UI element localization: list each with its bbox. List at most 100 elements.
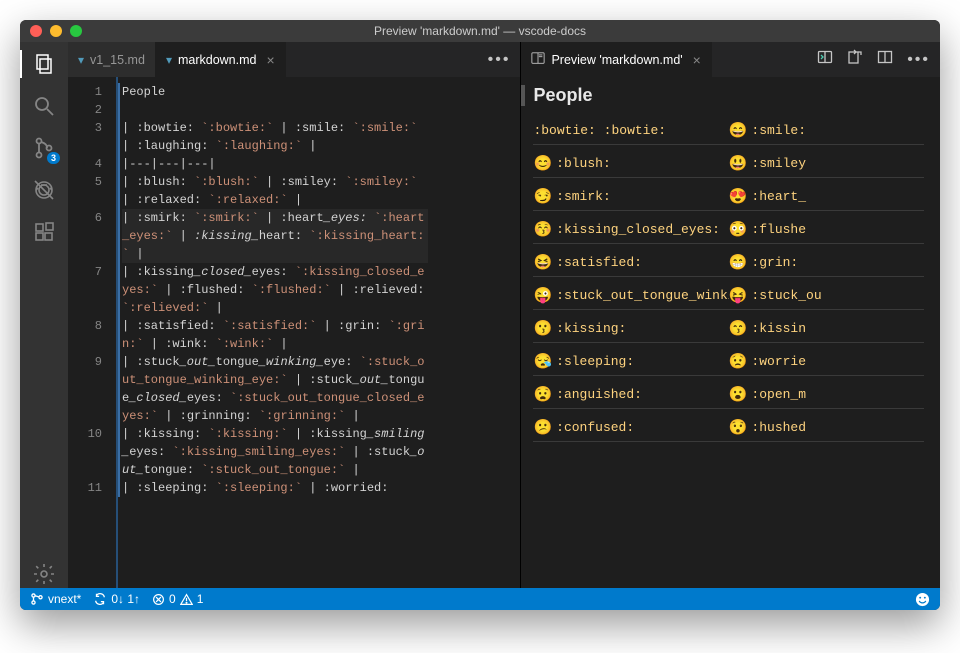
tab-bar-right: Preview 'markdown.md' × •••	[521, 42, 940, 77]
emoji-code: :hushed	[751, 420, 806, 435]
explorer-icon[interactable]	[30, 50, 58, 78]
table-cell: 😙:kissin	[729, 319, 924, 337]
table-cell: 😁:grin:	[729, 253, 924, 271]
emoji-icon: 😜	[533, 286, 552, 304]
minimize-window-button[interactable]	[50, 25, 62, 37]
emoji-code: :blush:	[556, 156, 611, 171]
emoji-icon: 😟	[729, 352, 748, 370]
table-cell: 😯:hushed	[729, 418, 924, 436]
branch-name: vnext*	[48, 592, 81, 606]
extensions-icon[interactable]	[30, 218, 58, 246]
emoji-code: :sleeping:	[556, 354, 634, 369]
settings-gear-icon[interactable]	[30, 560, 58, 588]
emoji-code: :satisfied:	[556, 255, 642, 270]
emoji-code: :kissing:	[556, 321, 626, 336]
split-editor-icon[interactable]	[877, 49, 893, 70]
table-row: 😪:sleeping:😟:worrie	[533, 347, 924, 376]
code-editor[interactable]: 1234567891011 People| :bowtie: `:bowtie:…	[68, 77, 520, 588]
markdown-preview[interactable]: People :bowtie: :bowtie:😄:smile:😊:blush:…	[521, 77, 940, 588]
emoji-code: :worrie	[751, 354, 806, 369]
tab-bar-left: ▾ v1_15.md ▾ markdown.md × •••	[68, 42, 520, 77]
tab-v1_15-md[interactable]: ▾ v1_15.md	[68, 42, 156, 77]
git-branch-status[interactable]: vnext*	[30, 592, 81, 606]
emoji-icon: 😯	[729, 418, 748, 436]
code-line: | :bowtie: `:bowtie:` | :smile: `:smile:…	[122, 119, 428, 155]
preview-table: :bowtie: :bowtie: 😄:smile: 😊 :blush: 😃:smile…	[533, 116, 924, 442]
table-row: 😗 :kissing: 😙:kissin	[533, 314, 924, 343]
table-cell: 😜:stuck_out_tongue_winking_eye:	[533, 286, 728, 304]
emoji-code: :bowtie: :bowtie:	[533, 123, 666, 138]
feedback-icon[interactable]	[915, 592, 930, 607]
tab-label: markdown.md	[178, 53, 257, 67]
table-row: 😏:smirk:😍:heart_	[533, 182, 924, 211]
code-line: | :sleeping: `:sleeping:` | :worried:	[122, 479, 428, 497]
emoji-code: :smiley	[751, 156, 806, 171]
warning-count: 1	[197, 592, 204, 606]
more-actions-icon[interactable]: •••	[907, 51, 930, 69]
table-cell: 😝:stuck_ou	[729, 286, 924, 304]
table-cell: 😧:anguished:	[533, 385, 728, 403]
close-window-button[interactable]	[30, 25, 42, 37]
emoji-icon: 😗	[533, 319, 552, 337]
preview-icon	[531, 51, 545, 68]
emoji-code: :kissing_closed_eyes:	[556, 222, 720, 237]
table-cell: 😚:kissing_closed_eyes:	[533, 220, 728, 238]
table-cell: 😕:confused:	[533, 418, 728, 436]
emoji-code: :heart_	[751, 189, 806, 204]
table-cell: 😄:smile:	[729, 121, 924, 139]
emoji-icon: 😊	[533, 154, 552, 172]
tab-markdown-md[interactable]: ▾ markdown.md ×	[156, 42, 286, 77]
maximize-window-button[interactable]	[70, 25, 82, 37]
table-cell: 😃:smiley	[729, 154, 924, 172]
emoji-code: :smile:	[751, 123, 806, 138]
tab-preview[interactable]: Preview 'markdown.md' ×	[521, 42, 711, 77]
emoji-code: :smirk:	[556, 189, 611, 204]
table-row: 😜:stuck_out_tongue_winking_eye:😝:stuck_o…	[533, 281, 924, 310]
tab-actions-right: •••	[807, 42, 940, 77]
sync-status[interactable]: 0↓ 1↑	[93, 592, 140, 606]
activity-bar: 3	[20, 42, 68, 588]
table-cell: 😏:smirk:	[533, 187, 728, 205]
editor-split: ▾ v1_15.md ▾ markdown.md × ••• 1234567891011…	[68, 42, 940, 588]
emoji-icon: 😙	[729, 319, 748, 337]
table-row: :bowtie: :bowtie: 😄:smile:	[533, 116, 924, 145]
tab-label: v1_15.md	[90, 53, 145, 67]
table-cell: 😮:open_m	[729, 385, 924, 403]
close-tab-icon[interactable]: ×	[693, 52, 701, 68]
main-row: 3 ▾ v1_15.md ▾ markdown.md × •••	[20, 42, 940, 588]
table-row: 😕:confused:😯:hushed	[533, 413, 924, 442]
editor-pane-left: ▾ v1_15.md ▾ markdown.md × ••• 1234567891011…	[68, 42, 521, 588]
more-actions-icon[interactable]: •••	[488, 51, 511, 69]
markdown-file-icon: ▾	[78, 53, 84, 67]
emoji-code: :kissin	[751, 321, 806, 336]
emoji-icon: 😄	[729, 121, 748, 139]
table-cell: 😳:flushe	[729, 220, 924, 238]
search-icon[interactable]	[30, 92, 58, 120]
source-control-icon[interactable]: 3	[30, 134, 58, 162]
table-cell: 😆:satisfied:	[533, 253, 728, 271]
window-shell: Preview 'markdown.md' — vscode-docs 3	[20, 20, 940, 610]
emoji-icon: 😁	[729, 253, 748, 271]
close-tab-icon[interactable]: ×	[266, 52, 274, 68]
show-source-icon[interactable]	[817, 49, 833, 70]
emoji-code: :anguished:	[556, 387, 642, 402]
markdown-file-icon: ▾	[166, 53, 172, 67]
table-row: 😚:kissing_closed_eyes:😳:flushe	[533, 215, 924, 244]
emoji-code: :stuck_ou	[751, 288, 821, 303]
titlebar: Preview 'markdown.md' — vscode-docs	[20, 20, 940, 42]
scm-badge: 3	[47, 152, 60, 164]
open-changes-icon[interactable]	[847, 49, 863, 70]
tab-label: Preview 'markdown.md'	[551, 53, 682, 67]
debug-icon[interactable]	[30, 176, 58, 204]
table-cell: 😪:sleeping:	[533, 352, 728, 370]
window-title: Preview 'markdown.md' — vscode-docs	[20, 24, 940, 38]
problems-status[interactable]: 0 1	[152, 592, 203, 606]
code-line: | :kissing_closed_eyes: `:kissing_closed…	[122, 263, 428, 317]
emoji-code: :open_m	[751, 387, 806, 402]
emoji-icon: 😕	[533, 418, 552, 436]
code-line	[122, 101, 428, 119]
code-content: People| :bowtie: `:bowtie:` | :smile: `:…	[116, 77, 520, 588]
tab-actions-left: •••	[478, 42, 521, 77]
table-cell: 😗 :kissing:	[533, 319, 728, 337]
sync-counts: 0↓ 1↑	[111, 592, 140, 606]
